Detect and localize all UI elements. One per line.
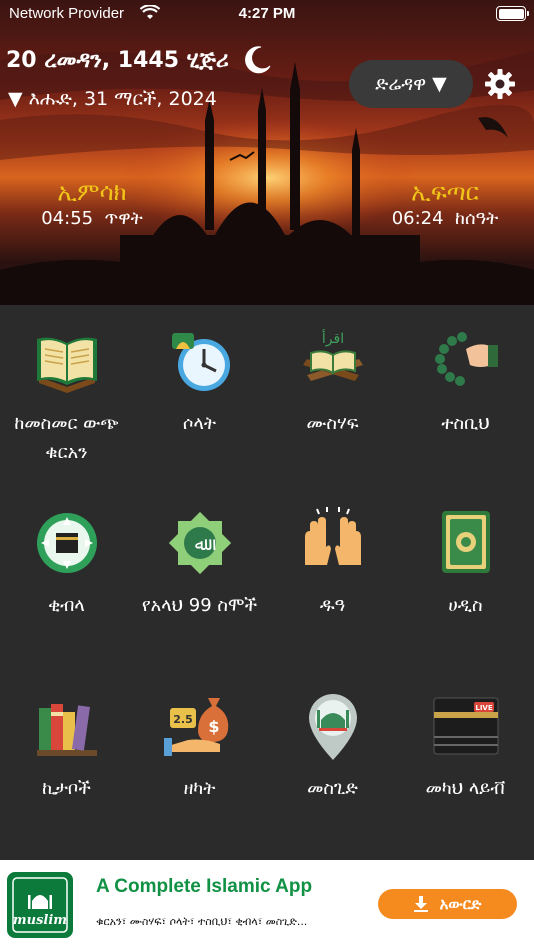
menu-item-dua[interactable]: ዱዓ — [266, 507, 399, 620]
app-screen: Network Provider 4:27 PM 20 ረመዳን, 1445 ሂ… — [0, 0, 534, 950]
menu-label: ዘካት — [183, 778, 216, 799]
hijri-date-text: 20 ረመዳን, 1445 ሂጅሪ — [6, 47, 229, 73]
menu-label: ኪታቦች — [42, 778, 91, 799]
menu-item-qibla[interactable]: ቂብላ — [0, 507, 133, 620]
menu-item-makkah-live[interactable]: LIVE መካህ ላይቭ — [399, 690, 532, 803]
menu-label: ሀዲስ — [448, 595, 483, 616]
menu-item-99-names[interactable]: ﷲ የአላህ 99 ስሞች — [133, 507, 266, 620]
city-selector[interactable]: ድሬዳዋ ▼ — [349, 60, 473, 108]
zakat-money-icon: $ 2.5 — [163, 698, 228, 756]
battery-icon — [496, 6, 529, 21]
menu-item-zakat[interactable]: $ 2.5 ዘካት — [133, 690, 266, 803]
download-button[interactable]: አውርድ — [378, 889, 517, 919]
kaaba-live-icon: LIVE — [433, 697, 498, 755]
gear-icon[interactable] — [484, 68, 516, 100]
crescent-moon-icon — [244, 46, 271, 74]
quran-book-icon — [36, 337, 97, 393]
ad-banner[interactable]: muslim A Complete Islamic App ቁርአን፣ ሙስሃፍ… — [0, 860, 534, 950]
imsak-time: ኢምሳክ 04:55 ጥዋት — [22, 178, 162, 229]
ad-subtitle: ቁርአን፣ ሙስሃፍ፣ ሶላት፣ ተስቢህ፣ ቂብላ፣ መስጊድ... — [96, 915, 308, 928]
download-icon — [413, 896, 428, 912]
menu-item-mosque[interactable]: መስጊድ — [266, 690, 399, 803]
menu-label: የአላህ 99 ስሞች — [141, 595, 258, 616]
header-banner: Network Provider 4:27 PM 20 ረመዳን, 1445 ሂ… — [0, 0, 534, 305]
menu-label: ሙስሃፍ — [306, 413, 359, 434]
menu-item-books[interactable]: ኪታቦች — [0, 690, 133, 803]
mosque-pin-icon — [308, 694, 357, 760]
menu-label: ሶላት — [182, 413, 217, 434]
feature-grid: ከመስመር ውጭ ቁርአን ሶላት اقرأ ሙስሃፍ ተስቢህ ቂብላ ﷲ የ… — [0, 305, 534, 860]
svg-text:LIVE: LIVE — [475, 704, 492, 712]
menu-label: መካህ ላይቭ — [425, 778, 506, 799]
books-icon — [36, 704, 97, 756]
chevron-down-icon: ▼ — [432, 73, 447, 95]
menu-item-tasbih[interactable]: ተስቢህ — [399, 325, 532, 438]
clock: 4:27 PM — [238, 5, 296, 22]
menu-item-mushaf[interactable]: اقرأ ሙስሃፍ — [266, 325, 399, 438]
menu-label: ተስቢህ — [441, 413, 490, 434]
menu-label: መስጊድ — [307, 778, 358, 799]
svg-text:$: $ — [208, 717, 219, 736]
download-label: አውርድ — [439, 895, 482, 913]
svg-text:اقرأ: اقرأ — [321, 329, 343, 347]
menu-item-prayer[interactable]: ሶላት — [133, 325, 266, 438]
menu-item-quran[interactable]: ከመስመር ውጭ ቁርአን — [0, 325, 133, 467]
muslim-logo-text: muslim — [12, 913, 68, 928]
svg-text:2.5: 2.5 — [173, 713, 193, 726]
menu-label: ቂብላ — [48, 595, 85, 616]
imsak-clock: 04:55 — [41, 208, 94, 229]
iftar-time: ኢፍጣር 06:24 ከሰዓት — [370, 178, 520, 229]
dua-hands-icon — [304, 507, 361, 565]
gregorian-date-toggle[interactable]: ▼ እሑድ, 31 ማርች, 2024 — [8, 88, 217, 110]
iftar-label: ኢፍጣር — [411, 178, 479, 206]
iftar-period: ከሰዓት — [455, 208, 499, 229]
imsak-period: ጥዋት — [104, 208, 143, 229]
menu-label: ዱዓ — [319, 595, 346, 616]
menu-item-hadith[interactable]: ሀዲስ — [399, 507, 532, 620]
imsak-label: ኢምሳክ — [57, 178, 127, 206]
hijri-date: 20 ረመዳን, 1445 ሂጅሪ — [6, 44, 273, 76]
allah-names-icon: ﷲ — [168, 511, 231, 575]
ad-title: A Complete Islamic App — [96, 876, 313, 897]
menu-label: ከመስመር ውጭ ቁርአን — [14, 413, 119, 463]
prayer-clock-icon — [171, 333, 230, 391]
tasbih-icon — [434, 332, 498, 386]
city-name: ድሬዳዋ — [375, 73, 427, 95]
status-bar: Network Provider 4:27 PM — [0, 0, 534, 28]
qibla-compass-icon — [36, 513, 97, 573]
iftar-clock: 06:24 — [391, 208, 444, 229]
hadith-book-icon — [441, 511, 490, 573]
mushaf-icon: اقرأ — [302, 329, 363, 381]
muslim-app-logo: muslim — [7, 872, 73, 938]
